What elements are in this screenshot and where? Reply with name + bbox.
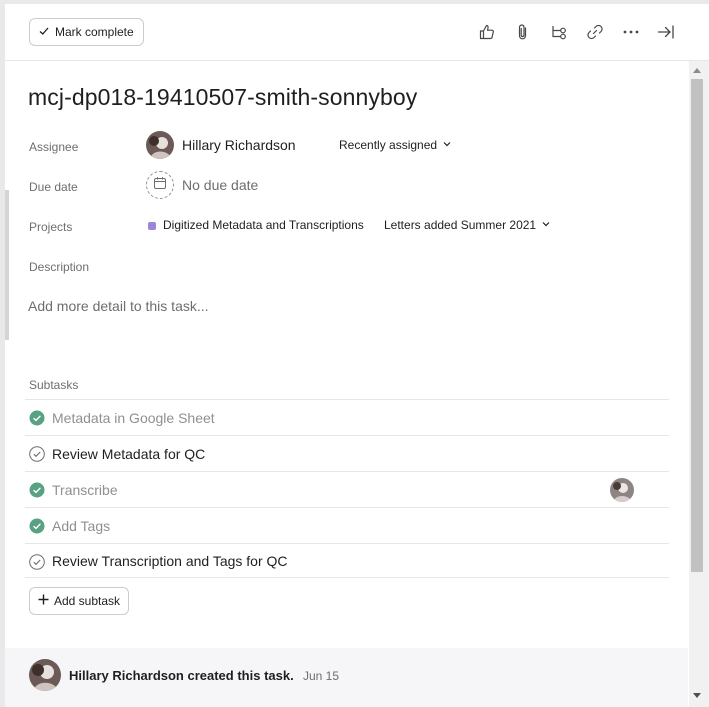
activity-avatar[interactable]: [29, 659, 61, 691]
subtask-list: Metadata in Google Sheet Review Metadata…: [25, 399, 669, 578]
scroll-down-arrow-icon[interactable]: [692, 692, 702, 700]
incomplete-check-icon[interactable]: [29, 554, 45, 570]
pane-edge: [5, 190, 9, 340]
subtask-row[interactable]: Metadata in Google Sheet: [25, 400, 669, 436]
mark-complete-label: Mark complete: [55, 25, 134, 39]
subtask-row[interactable]: Review Metadata for QC: [25, 436, 669, 472]
subtask-label[interactable]: Add Tags: [52, 518, 110, 534]
subtask-label[interactable]: Review Metadata for QC: [52, 446, 205, 462]
project-color-dot: [148, 222, 156, 230]
subtask-icon[interactable]: [549, 22, 569, 42]
project-section-label: Letters added Summer 2021: [384, 218, 537, 232]
subtask-row[interactable]: Add Tags: [25, 508, 669, 544]
assignee-label: Assignee: [29, 140, 79, 154]
project-name[interactable]: Digitized Metadata and Transcriptions: [163, 218, 364, 232]
scroll-up-arrow-icon[interactable]: [692, 66, 702, 74]
due-date-label: Due date: [29, 180, 78, 194]
description-input[interactable]: Add more detail to this task...: [28, 298, 209, 314]
add-subtask-label: Add subtask: [54, 594, 121, 608]
task-toolbar: Mark complete: [5, 4, 709, 61]
projects-label: Projects: [29, 220, 73, 234]
subtask-row[interactable]: Transcribe: [25, 472, 669, 508]
task-detail-pane: Mark complete mcj-dp018-19410507-smith-s…: [5, 4, 709, 707]
plus-icon: [38, 594, 49, 608]
activity-text: Hillary Richardson created this task.: [69, 668, 294, 683]
due-date-value[interactable]: No due date: [182, 177, 258, 193]
incomplete-check-icon[interactable]: [29, 446, 45, 462]
scrollbar-thumb[interactable]: [691, 79, 703, 572]
check-icon: [38, 25, 50, 40]
subtask-label[interactable]: Metadata in Google Sheet: [52, 410, 215, 426]
close-pane-icon[interactable]: [656, 22, 676, 42]
due-date-picker[interactable]: [146, 171, 174, 199]
chevron-down-icon: [541, 218, 551, 232]
completed-check-icon[interactable]: [29, 518, 45, 534]
assignee-name[interactable]: Hillary Richardson: [182, 137, 296, 153]
subtask-row[interactable]: Review Transcription and Tags for QC: [25, 544, 669, 578]
completed-check-icon[interactable]: [29, 410, 45, 426]
mark-complete-button[interactable]: Mark complete: [29, 18, 144, 46]
more-icon[interactable]: [621, 22, 641, 42]
completed-check-icon[interactable]: [29, 482, 45, 498]
thumbs-up-icon[interactable]: [477, 22, 497, 42]
subtask-assignee-avatar[interactable]: [610, 478, 634, 502]
description-label: Description: [29, 260, 90, 274]
link-icon[interactable]: [585, 22, 605, 42]
recently-assigned-dropdown[interactable]: Recently assigned: [339, 138, 452, 152]
subtask-label[interactable]: Transcribe: [52, 482, 118, 498]
add-subtask-button[interactable]: Add subtask: [29, 587, 130, 615]
recently-assigned-label: Recently assigned: [339, 138, 438, 152]
paperclip-icon[interactable]: [513, 22, 533, 42]
task-title[interactable]: mcj-dp018-19410507-smith-sonnyboy: [28, 84, 417, 111]
calendar-icon: [153, 176, 167, 195]
project-section-dropdown[interactable]: Letters added Summer 2021: [384, 218, 551, 232]
chevron-down-icon: [442, 138, 452, 152]
subtask-label[interactable]: Review Transcription and Tags for QC: [52, 553, 288, 569]
assignee-avatar[interactable]: [146, 131, 174, 159]
activity-date: Jun 15: [303, 669, 340, 683]
subtasks-header: Subtasks: [29, 378, 79, 392]
